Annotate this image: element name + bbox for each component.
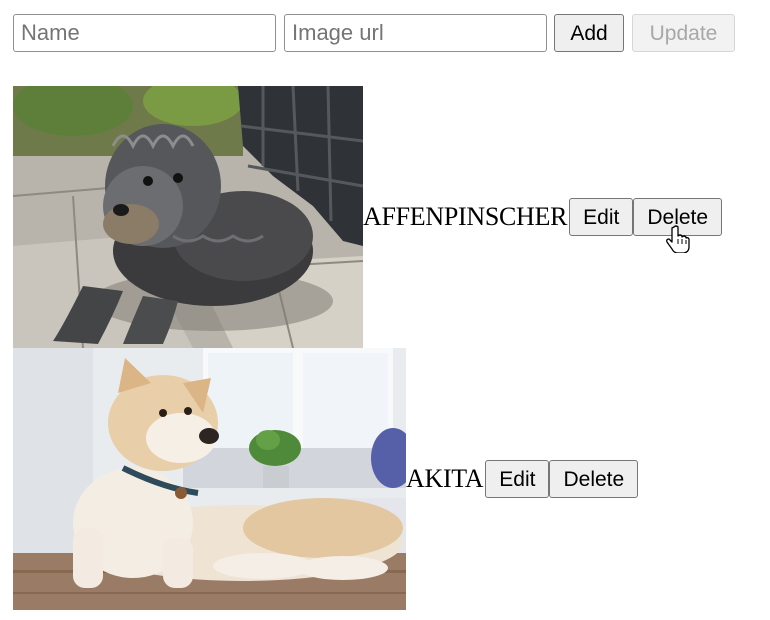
delete-button[interactable]: Delete <box>633 198 723 236</box>
update-button[interactable]: Update <box>632 14 735 52</box>
dog-photo <box>13 348 406 610</box>
edit-button[interactable]: Edit <box>485 460 550 498</box>
add-button[interactable]: Add <box>554 14 624 52</box>
breed-row: AFFENPINSCHER Edit Delete <box>13 86 723 348</box>
delete-button[interactable]: Delete <box>549 460 639 498</box>
edit-button[interactable]: Edit <box>569 198 634 236</box>
image-url-input[interactable] <box>284 14 547 52</box>
breed-name: AKITA <box>406 464 484 493</box>
breed-name: AFFENPINSCHER <box>363 202 568 231</box>
breed-row: AKITA Edit Delete <box>13 348 722 610</box>
name-input[interactable] <box>13 14 276 52</box>
breed-list: AFFENPINSCHER Edit Delete AKITA Edit Del… <box>13 86 723 610</box>
dog-photo <box>13 86 363 348</box>
breed-form: Add Update <box>13 14 735 52</box>
